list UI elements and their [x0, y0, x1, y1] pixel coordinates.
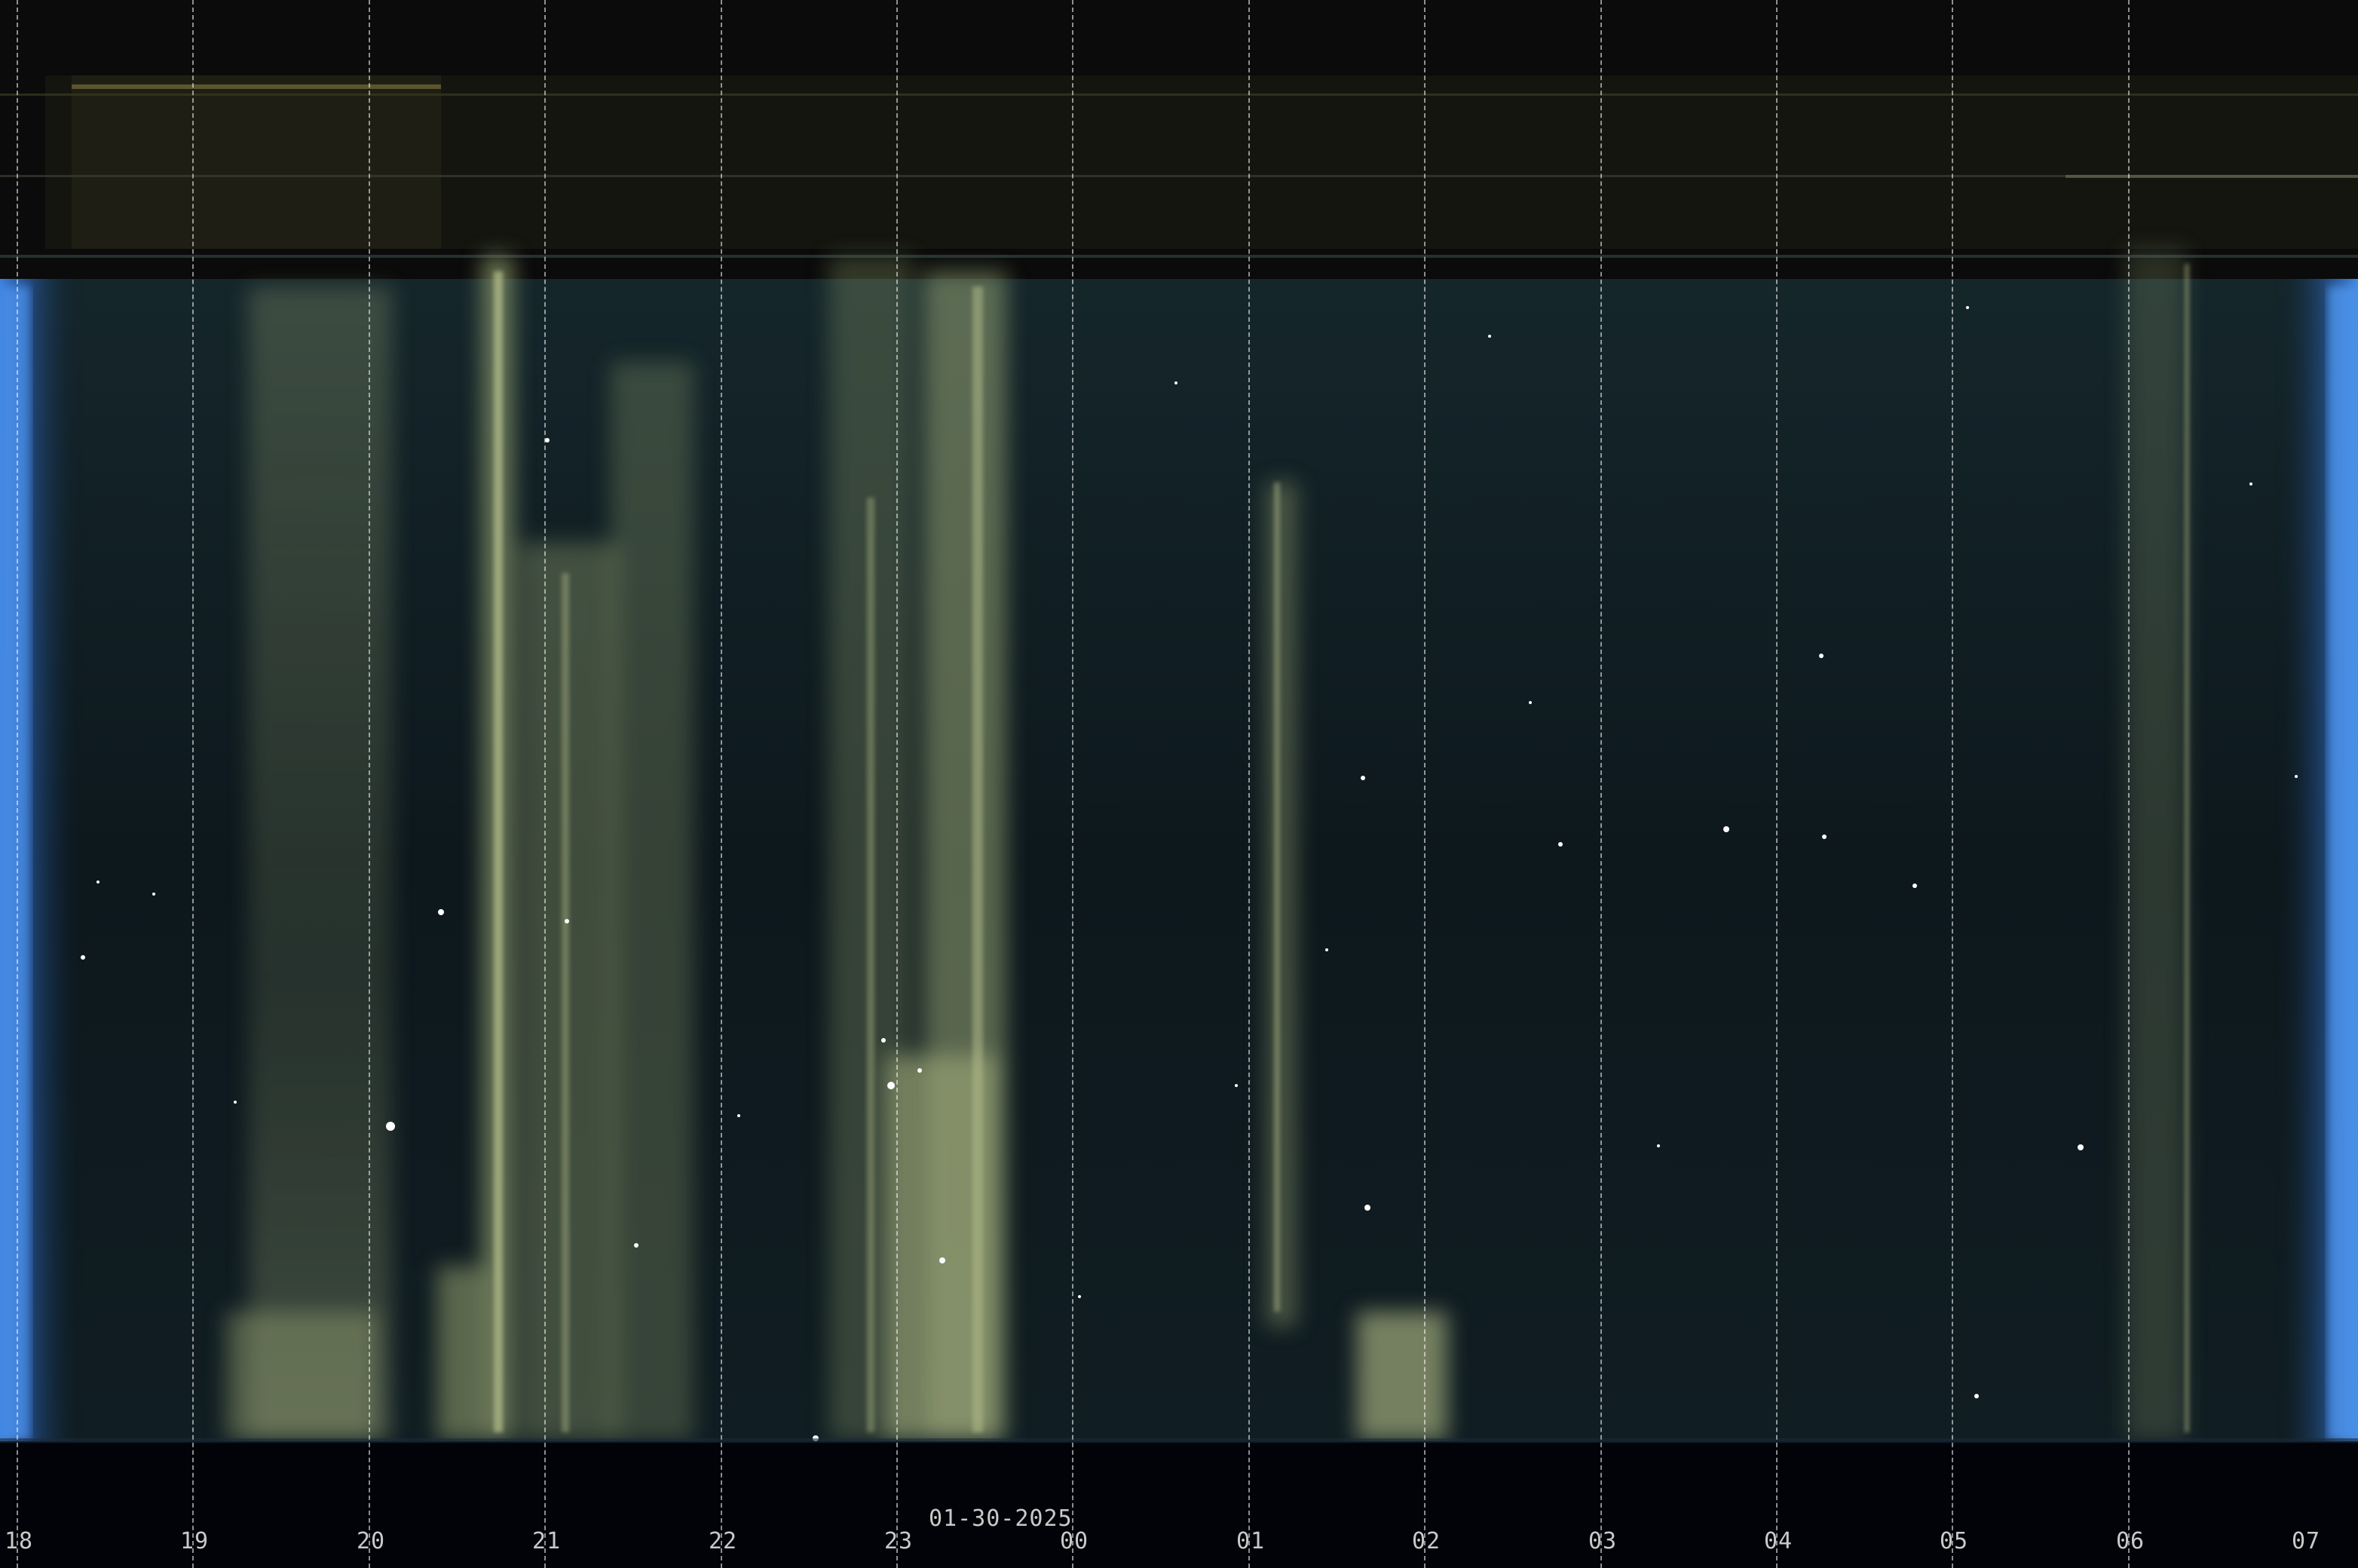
top-streak-5 — [2066, 175, 2358, 178]
date-label: 01-30-2025 — [929, 1505, 1073, 1532]
top-band-olive-strong — [72, 75, 441, 249]
right-twilight-core — [2328, 286, 2358, 1440]
bottom-band-edge — [0, 1438, 2358, 1443]
top-streak-2 — [0, 93, 2358, 96]
left-twilight-core — [0, 286, 30, 1440]
keogram-image — [0, 0, 2358, 1568]
top-streak — [72, 84, 441, 89]
top-streak-4 — [0, 255, 2358, 258]
keogram-view: 18 19 20 21 22 23 00 01 02 03 04 05 06 07 01-30-2025 — [0, 0, 2358, 1568]
bottom-band — [0, 1441, 2358, 1568]
top-streak-3 — [0, 175, 2358, 177]
